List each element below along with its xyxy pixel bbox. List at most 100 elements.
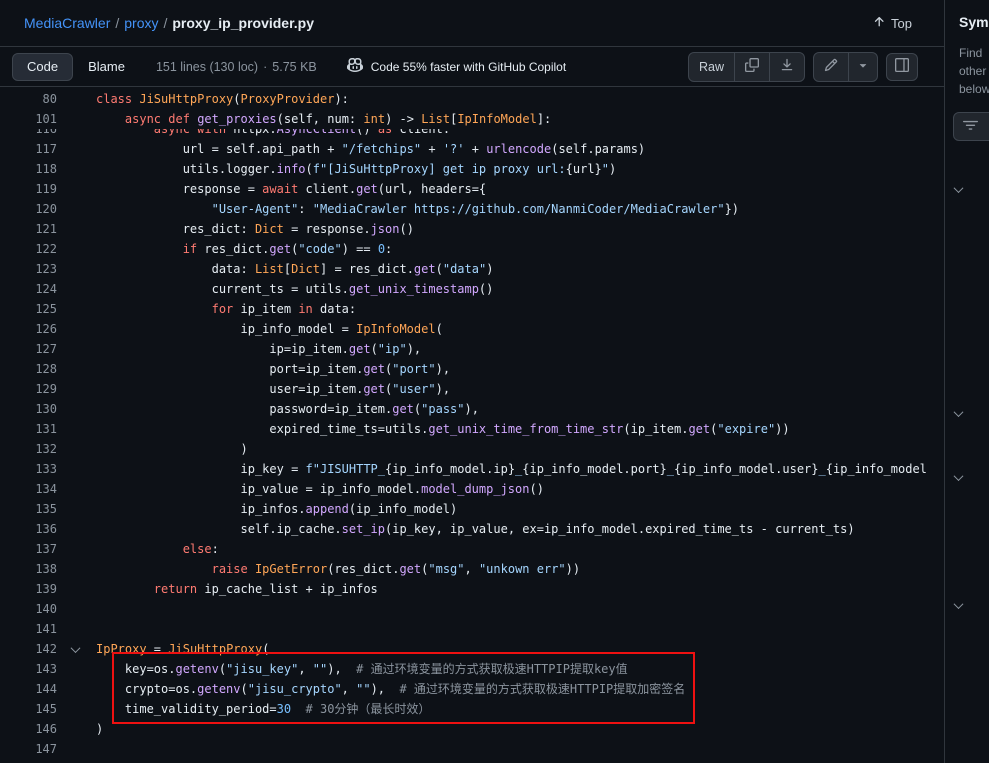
symbols-panel-description: Findotherbelow [959, 44, 989, 98]
line-number[interactable]: 137 [0, 539, 57, 559]
fold-spacer [57, 499, 96, 519]
code-text: ip_value = ip_info_model.model_dump_json… [96, 479, 544, 499]
line-number[interactable]: 119 [0, 179, 57, 199]
download-icon [780, 58, 794, 75]
fold-spacer [57, 699, 96, 719]
symbol-expand-chevron-icon[interactable] [954, 471, 964, 481]
code-text: crypto=os.getenv("jisu_crypto", ""), # 通… [96, 679, 685, 699]
code-line: 143 key=os.getenv("jisu_key", ""), # 通过环… [0, 659, 944, 679]
line-number[interactable]: 140 [0, 599, 57, 619]
line-number[interactable]: 141 [0, 619, 57, 639]
fold-spacer [57, 109, 96, 129]
line-number[interactable]: 146 [0, 719, 57, 739]
fold-spacer [57, 459, 96, 479]
fold-spacer [57, 399, 96, 419]
line-number[interactable]: 136 [0, 519, 57, 539]
line-number[interactable]: 144 [0, 679, 57, 699]
fold-spacer [57, 199, 96, 219]
code-line: 80class JiSuHttpProxy(ProxyProvider): [0, 89, 944, 109]
code-line: 142IpProxy = JiSuHttpProxy( [0, 639, 944, 659]
line-number[interactable]: 132 [0, 439, 57, 459]
breadcrumb-separator: / [163, 15, 167, 31]
pencil-icon [824, 58, 838, 75]
filter-symbols-button[interactable] [953, 112, 989, 141]
code-line: 139 return ip_cache_list + ip_infos [0, 579, 944, 599]
line-number[interactable]: 131 [0, 419, 57, 439]
line-number[interactable]: 133 [0, 459, 57, 479]
fold-spacer [57, 439, 96, 459]
file-info-separator: · [263, 60, 267, 74]
code-line: 122 if res_dict.get("code") == 0: [0, 239, 944, 259]
code-text: key=os.getenv("jisu_key", ""), # 通过环境变量的… [96, 659, 628, 679]
description-line: below [959, 80, 989, 98]
edit-button-group [813, 52, 878, 82]
code-line: 140 [0, 599, 944, 619]
line-number[interactable]: 128 [0, 359, 57, 379]
raw-button[interactable]: Raw [689, 53, 734, 81]
top-button-label: Top [891, 16, 912, 31]
copilot-banner-text: Code 55% faster with GitHub Copilot [371, 60, 566, 74]
symbol-expand-chevron-icon[interactable] [954, 407, 964, 417]
line-number[interactable]: 135 [0, 499, 57, 519]
copy-file-button[interactable] [734, 53, 769, 81]
line-number[interactable]: 120 [0, 199, 57, 219]
breadcrumb-folder-link[interactable]: proxy [124, 15, 158, 31]
line-number[interactable]: 139 [0, 579, 57, 599]
line-number[interactable]: 123 [0, 259, 57, 279]
code-line: 125 for ip_item in data: [0, 299, 944, 319]
code-text: for ip_item in data: [96, 299, 356, 319]
line-number[interactable]: 143 [0, 659, 57, 679]
code-text: port=ip_item.get("port"), [96, 359, 450, 379]
code-text: raise IpGetError(res_dict.get("msg", "un… [96, 559, 580, 579]
code-text: response = await client.get(url, headers… [96, 179, 486, 199]
symbol-expand-chevron-icon[interactable] [954, 599, 964, 609]
line-number[interactable]: 130 [0, 399, 57, 419]
breadcrumb-repo-link[interactable]: MediaCrawler [24, 15, 110, 31]
breadcrumb: MediaCrawler / proxy / proxy_ip_provider.py [24, 15, 314, 31]
line-number[interactable]: 147 [0, 739, 57, 759]
line-number[interactable]: 117 [0, 139, 57, 159]
sticky-context-lines: 80class JiSuHttpProxy(ProxyProvider):101… [0, 87, 944, 129]
symbols-panel: Symbols Findotherbelow [944, 0, 989, 763]
file-actions: Raw [688, 52, 918, 82]
edit-file-button[interactable] [814, 53, 848, 81]
code-line: 141 [0, 619, 944, 639]
fold-spacer [57, 539, 96, 559]
back-to-top-button[interactable]: Top [872, 15, 912, 32]
copilot-banner[interactable]: Code 55% faster with GitHub Copilot [347, 57, 566, 76]
filter-icon [963, 118, 978, 136]
symbol-expand-chevron-icon[interactable] [954, 183, 964, 193]
description-line: Find [959, 44, 989, 62]
download-raw-button[interactable] [769, 53, 804, 81]
code-line: 146) [0, 719, 944, 739]
line-number[interactable]: 138 [0, 559, 57, 579]
line-number[interactable]: 134 [0, 479, 57, 499]
code-line: 121 res_dict: Dict = response.json() [0, 219, 944, 239]
line-number[interactable]: 101 [0, 109, 57, 129]
line-number[interactable]: 145 [0, 699, 57, 719]
line-number[interactable]: 124 [0, 279, 57, 299]
code-lines-scroll: 116 async with httpx.AsyncClient() as cl… [0, 119, 944, 759]
code-text: url = self.api_path + "/fetchips" + '?' … [96, 139, 645, 159]
tab-blame[interactable]: Blame [73, 53, 140, 81]
line-number[interactable]: 129 [0, 379, 57, 399]
edit-dropdown-button[interactable] [848, 53, 877, 81]
fold-chevron-icon[interactable] [57, 639, 96, 659]
fold-spacer [57, 239, 96, 259]
line-number[interactable]: 121 [0, 219, 57, 239]
file-header: MediaCrawler/proxy/proxy_ip_provider.py … [0, 0, 944, 46]
breadcrumb-separator: / [115, 15, 119, 31]
line-number[interactable]: 122 [0, 239, 57, 259]
line-number[interactable]: 127 [0, 339, 57, 359]
symbols-panel-toggle[interactable] [886, 53, 918, 81]
code-line: 128 port=ip_item.get("port"), [0, 359, 944, 379]
line-number[interactable]: 80 [0, 89, 57, 109]
line-number[interactable]: 126 [0, 319, 57, 339]
tab-code[interactable]: Code [12, 53, 73, 81]
code-line: 132 ) [0, 439, 944, 459]
line-number[interactable]: 125 [0, 299, 57, 319]
line-number[interactable]: 118 [0, 159, 57, 179]
breadcrumb-filename: proxy_ip_provider.py [172, 15, 314, 31]
line-number[interactable]: 142 [0, 639, 57, 659]
code-line: 117 url = self.api_path + "/fetchips" + … [0, 139, 944, 159]
